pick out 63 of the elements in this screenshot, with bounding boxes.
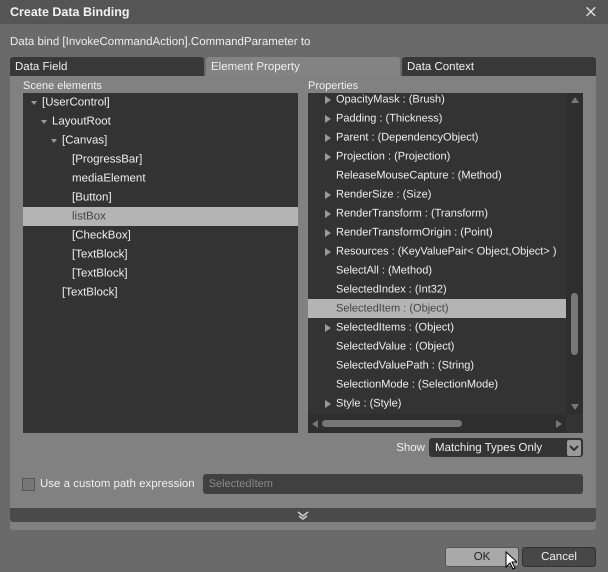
expand-arrow-icon[interactable] xyxy=(325,248,331,256)
property-item[interactable]: OpacityMask : (Brush) xyxy=(308,93,566,109)
tree-item[interactable]: mediaElement xyxy=(23,169,298,188)
property-item[interactable]: SelectedIndex : (Int32) xyxy=(308,280,566,299)
property-item[interactable]: SelectionMode : (SelectionMode) xyxy=(308,375,566,394)
property-item[interactable]: Projection : (Projection) xyxy=(308,147,566,166)
chevron-down-icon[interactable] xyxy=(569,444,579,450)
property-item[interactable]: SelectedItem : (Object) xyxy=(308,299,566,318)
scrollbar-thumb[interactable] xyxy=(322,420,462,427)
show-dropdown[interactable]: Matching Types Only xyxy=(429,438,583,457)
property-item[interactable]: SelectedItems : (Object) xyxy=(308,318,566,337)
property-item[interactable]: SelectAll : (Method) xyxy=(308,261,566,280)
expand-arrow-icon[interactable] xyxy=(51,138,57,144)
property-item[interactable]: ReleaseMouseCapture : (Method) xyxy=(308,166,566,185)
scrollbar-thumb[interactable] xyxy=(571,293,578,355)
property-item[interactable]: Resources : (KeyValuePair< Object,Object> ) xyxy=(308,242,566,261)
tree-item[interactable]: [TextBlock] xyxy=(23,245,298,264)
scroll-down-icon[interactable] xyxy=(570,404,578,410)
tab[interactable]: Data Field xyxy=(10,57,204,76)
mouse-cursor-icon xyxy=(505,551,517,570)
expand-arrow-icon[interactable] xyxy=(325,400,331,408)
expand-arrow-icon[interactable] xyxy=(325,152,331,160)
close-button[interactable]: × xyxy=(580,2,602,22)
tree-item[interactable]: [CheckBox] xyxy=(23,226,298,245)
tree-item[interactable]: [UserControl] xyxy=(23,93,298,112)
horizontal-scrollbar[interactable] xyxy=(308,414,566,433)
property-item[interactable]: RenderTransform : (Transform) xyxy=(308,204,566,223)
property-item[interactable]: RenderSize : (Size) xyxy=(308,185,566,204)
scroll-right-icon[interactable] xyxy=(556,420,562,428)
expand-arrow-icon[interactable] xyxy=(41,118,47,124)
tree-item[interactable]: [TextBlock] xyxy=(23,264,298,283)
vertical-scrollbar[interactable] xyxy=(566,93,583,414)
tree-item[interactable]: listBox xyxy=(23,207,298,226)
scroll-up-icon[interactable] xyxy=(570,97,578,103)
property-item[interactable]: Parent : (DependencyObject) xyxy=(308,128,566,147)
property-item[interactable]: SelectedValuePath : (String) xyxy=(308,356,566,375)
window-title: Create Data Binding xyxy=(10,5,130,19)
checkbox[interactable] xyxy=(22,478,35,490)
property-item[interactable]: RenderTransformOrigin : (Point) xyxy=(308,223,566,242)
expand-arrow-icon[interactable] xyxy=(325,228,331,236)
tree-item[interactable]: [Canvas] xyxy=(23,131,298,150)
section-label: Properties xyxy=(308,80,360,93)
binding-description: Data bind [InvokeCommandAction].CommandParameter to xyxy=(10,36,312,50)
expand-arrow-icon[interactable] xyxy=(325,190,331,198)
property-item[interactable]: Style : (Style) xyxy=(308,394,566,413)
expand-arrow-icon[interactable] xyxy=(325,114,331,122)
section-label: Scene elements xyxy=(23,80,103,93)
expand-arrow-icon[interactable] xyxy=(325,324,331,332)
double-chevron-down-icon[interactable] xyxy=(297,510,309,520)
expand-arrow-icon[interactable] xyxy=(325,96,331,104)
expand-arrow-icon[interactable] xyxy=(325,134,331,142)
tree-item[interactable]: [TextBlock] xyxy=(23,283,298,302)
property-item[interactable]: SelectedValue : (Object) xyxy=(308,337,566,356)
tree-item[interactable]: [Button] xyxy=(23,188,298,207)
show-label: Show xyxy=(396,442,425,454)
expand-arrow-icon[interactable] xyxy=(31,100,37,106)
expand-arrow-icon[interactable] xyxy=(325,210,331,218)
tab[interactable]: Data Context xyxy=(402,57,596,76)
tree-item[interactable]: LayoutRoot xyxy=(23,112,298,131)
scroll-left-icon[interactable] xyxy=(312,420,318,428)
dialog-button[interactable]: Cancel xyxy=(522,547,596,567)
tree-item[interactable]: [ProgressBar] xyxy=(23,150,298,169)
property-item[interactable]: Padding : (Thickness) xyxy=(308,109,566,128)
